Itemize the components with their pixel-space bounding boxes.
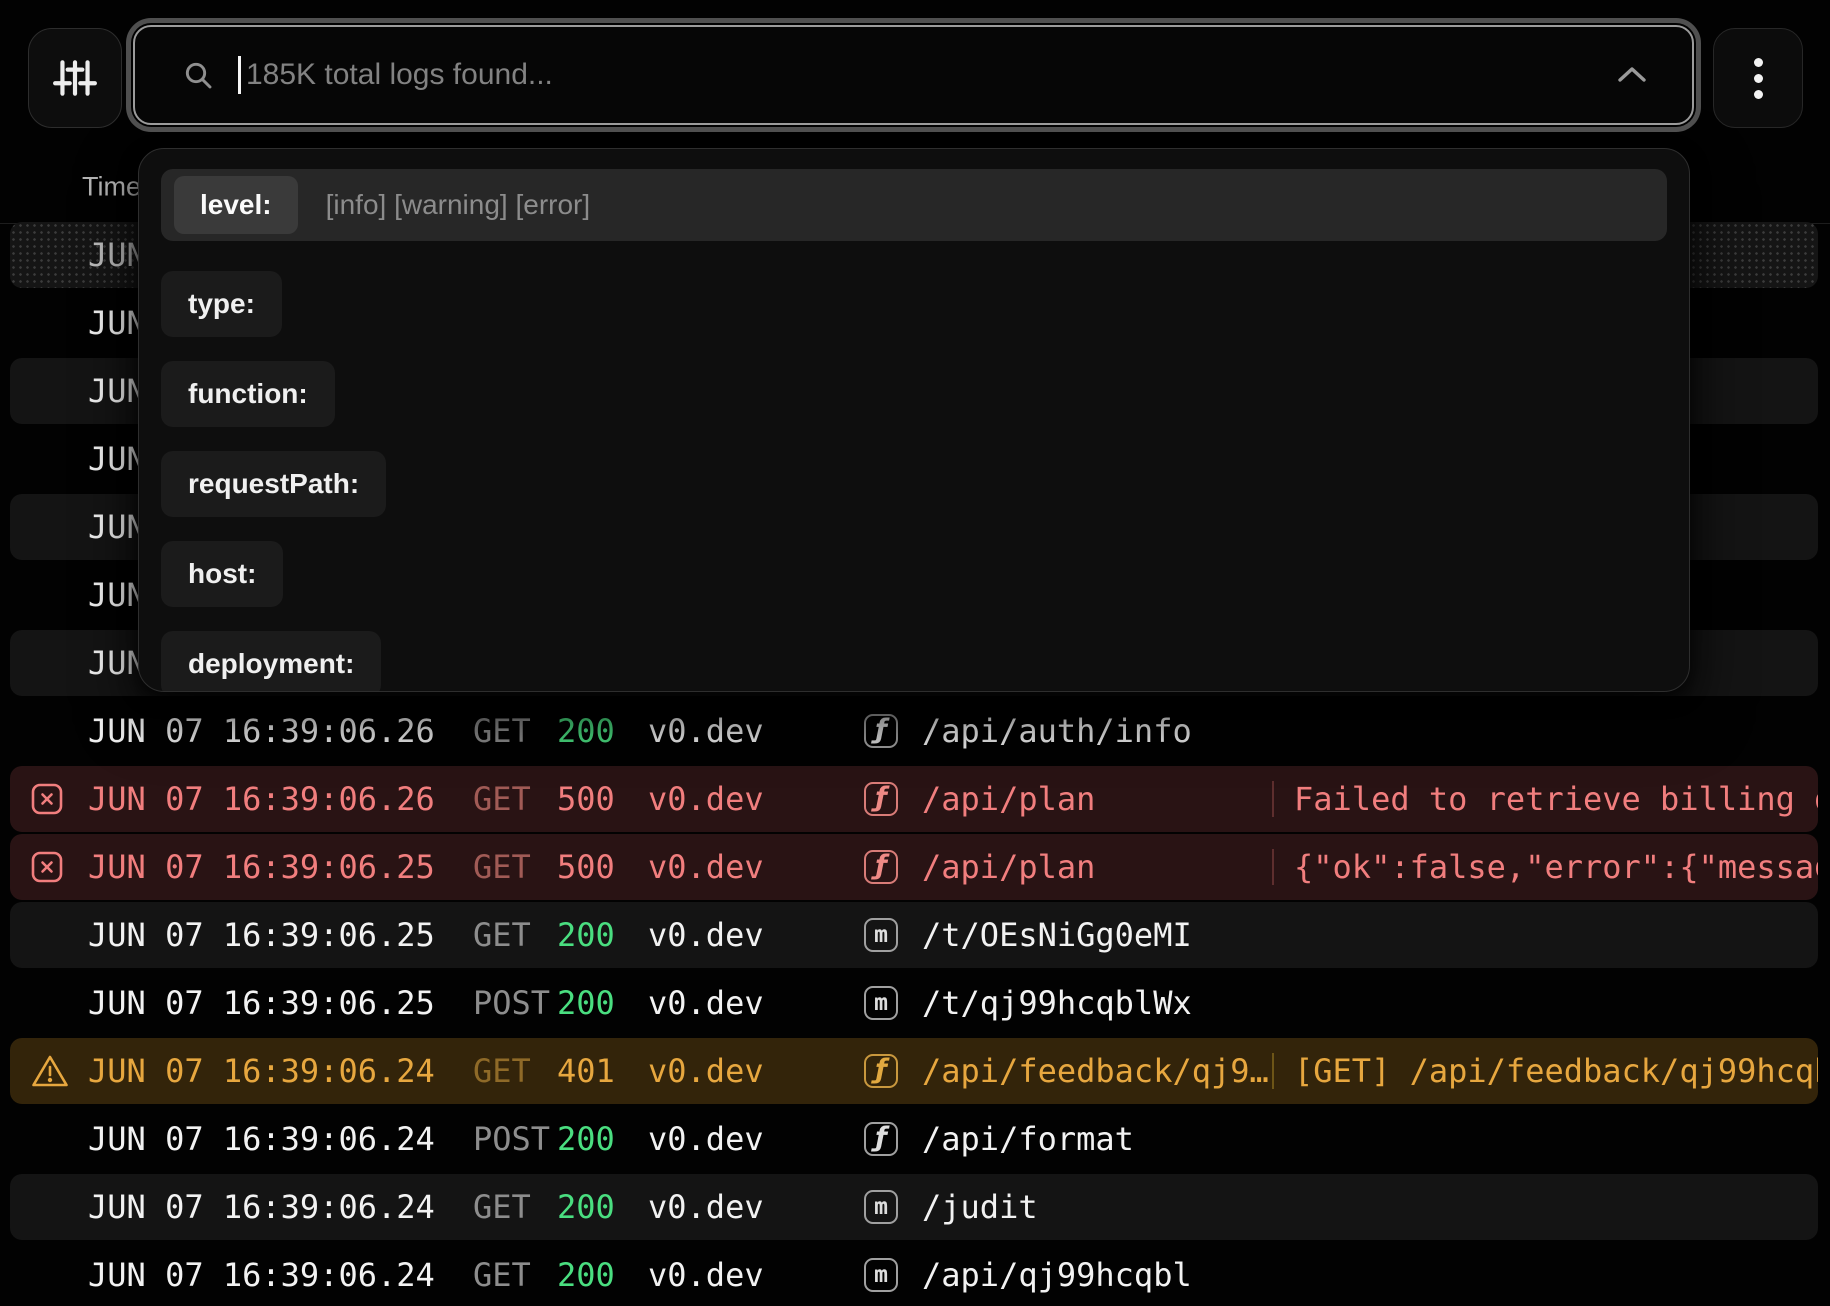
request-path: /api/feedback/qj9… [922,1052,1269,1090]
chevron-up-icon [1615,65,1649,85]
http-method: GET [473,712,531,750]
error-icon [30,847,70,887]
http-method: GET [473,1052,531,1090]
filter-menu-item-deployment[interactable]: deployment: [161,631,381,692]
search-icon [182,59,214,91]
http-status: 500 [557,780,615,818]
http-status: 200 [557,1256,615,1294]
log-row[interactable]: JUN 07 16:39:06.25 GET 500 v0.dev ƒ /api… [10,834,1818,900]
filter-menu-item-level[interactable]: level: [info] [warning] [error] [161,169,1667,241]
request-path: /api/format [922,1120,1134,1158]
log-row[interactable]: JUN 07 16:39:06.26 GET 500 v0.dev ƒ /api… [10,766,1818,832]
log-message: [GET] /api/feedback/qj99hcqb [1294,1052,1818,1090]
log-timestamp: JUN 07 16:39:06.26 [88,780,435,818]
warning-icon [30,1051,70,1091]
filter-toggle-button[interactable] [28,28,122,128]
http-method: GET [473,1188,531,1226]
http-method: POST [473,1120,550,1158]
function-badge-icon: ƒ [864,714,898,748]
log-row[interactable]: JUN 07 16:39:06.24 POST 200 v0.dev ƒ /ap… [10,1106,1818,1172]
log-row[interactable]: JUN 07 16:39:06.26 GET 200 v0.dev ƒ /api… [10,698,1818,764]
log-timestamp: JUN 07 16:39:06.25 [88,848,435,886]
log-host: v0.dev [648,984,764,1022]
http-status: 200 [557,1188,615,1226]
function-badge-icon: ƒ [864,1122,898,1156]
log-timestamp: JUN 07 16:39:06.24 [88,1120,435,1158]
log-search-bar[interactable] [133,25,1694,125]
log-timestamp: JUN 07 16:39:06.25 [88,916,435,954]
request-path: /api/plan [922,780,1095,818]
log-timestamp: JUN 07 16:39:06.24 [88,1256,435,1294]
log-row[interactable]: JUN 07 16:39:06.24 GET 200 v0.dev m /api… [10,1242,1818,1306]
http-method: GET [473,916,531,954]
log-host: v0.dev [648,1188,764,1226]
message-divider [1272,1053,1274,1089]
log-host: v0.dev [648,848,764,886]
filter-key-pill[interactable]: level: [174,176,298,234]
text-cursor [238,56,241,94]
filter-hint-text: [info] [warning] [error] [326,189,591,221]
more-options-button[interactable] [1713,28,1803,128]
middleware-badge-icon: m [864,1258,898,1292]
log-message: {"ok":false,"error":{"message [1294,848,1818,886]
log-timestamp: JUN 07 16:39:06.24 [88,1052,435,1090]
search-input[interactable] [246,27,1586,123]
filter-menu-item-host[interactable]: host: [161,541,283,607]
function-badge-icon: ƒ [864,1054,898,1088]
http-status: 200 [557,712,615,750]
filter-suggestions-menu: level: [info] [warning] [error] type: fu… [138,148,1690,692]
request-path: /api/qj99hcqbl [922,1256,1192,1294]
log-host: v0.dev [648,1256,764,1294]
middleware-badge-icon: m [864,986,898,1020]
log-timestamp: JUN 07 16:39:06.24 [88,1188,435,1226]
log-message: Failed to retrieve billing da [1294,780,1818,818]
filter-menu-item-type[interactable]: type: [161,271,282,337]
filter-menu-item-requestpath[interactable]: requestPath: [161,451,386,517]
log-row[interactable]: JUN 07 16:39:06.24 GET 401 v0.dev ƒ /api… [10,1038,1818,1104]
http-method: GET [473,848,531,886]
sliders-icon [52,55,98,101]
function-badge-icon: ƒ [864,782,898,816]
kebab-menu-icon [1754,58,1763,99]
http-status: 401 [557,1052,615,1090]
log-host: v0.dev [648,916,764,954]
middleware-badge-icon: m [864,918,898,952]
time-column-header: Time [82,171,141,202]
filter-menu-item-function[interactable]: function: [161,361,335,427]
http-method: POST [473,984,550,1022]
http-status: 200 [557,984,615,1022]
request-path: /judit [922,1188,1038,1226]
log-row[interactable]: JUN 07 16:39:06.25 GET 200 v0.dev m /t/O… [10,902,1818,968]
log-timestamp: JUN 07 16:39:06.25 [88,984,435,1022]
log-timestamp: JUN 07 16:39:06.26 [88,712,435,750]
error-icon [30,779,70,819]
log-host: v0.dev [648,1052,764,1090]
http-status: 500 [557,848,615,886]
log-host: v0.dev [648,780,764,818]
request-path: /api/plan [922,848,1095,886]
http-status: 200 [557,1120,615,1158]
function-badge-icon: ƒ [864,850,898,884]
message-divider [1272,781,1274,817]
request-path: /t/OEsNiGg0eMI [922,916,1192,954]
message-divider [1272,849,1274,885]
log-host: v0.dev [648,712,764,750]
logs-toolbar [0,0,1830,140]
request-path: /api/auth/info [922,712,1192,750]
log-host: v0.dev [648,1120,764,1158]
http-status: 200 [557,916,615,954]
middleware-badge-icon: m [864,1190,898,1224]
log-row[interactable]: JUN 07 16:39:06.25 POST 200 v0.dev m /t/… [10,970,1818,1036]
http-method: GET [473,1256,531,1294]
collapse-suggestions-button[interactable] [1602,27,1662,123]
log-row[interactable]: JUN 07 16:39:06.24 GET 200 v0.dev m /jud… [10,1174,1818,1240]
http-method: GET [473,780,531,818]
request-path: /t/qj99hcqblWx [922,984,1192,1022]
